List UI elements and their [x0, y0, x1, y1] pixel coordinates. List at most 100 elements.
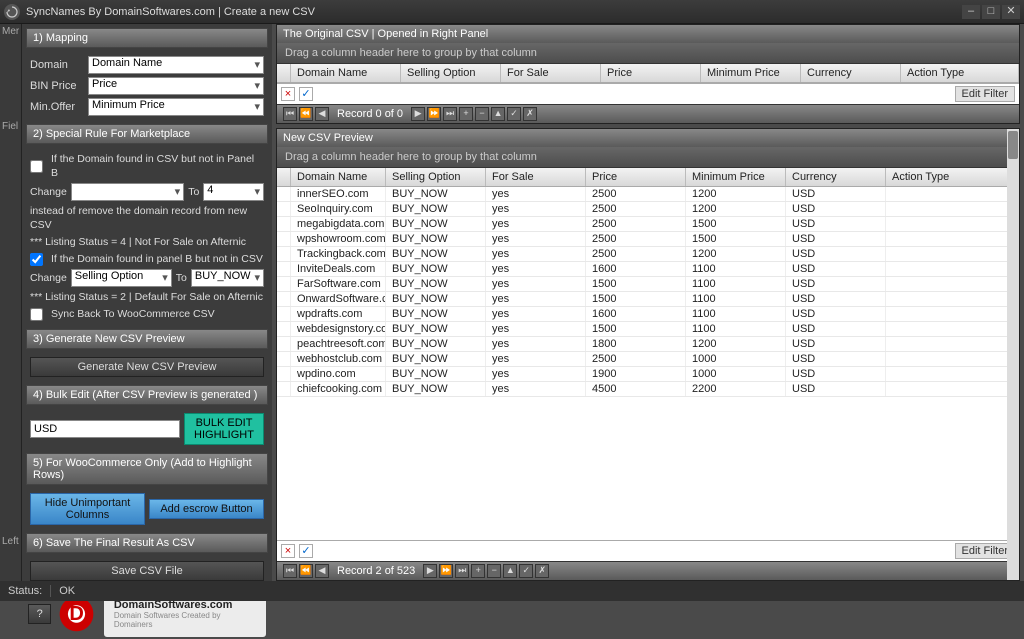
- col-action-type[interactable]: Action Type: [901, 64, 1019, 82]
- filter-checkbox[interactable]: ✓: [299, 544, 313, 558]
- special-rule-header: 2) Special Rule For Marketplace: [26, 124, 268, 144]
- to2-select[interactable]: BUY_NOW: [191, 269, 264, 287]
- change2-select[interactable]: Selling Option: [71, 269, 172, 287]
- col-currency[interactable]: Currency: [801, 64, 901, 82]
- original-grid-header: Domain Name Selling Option For Sale Pric…: [277, 64, 1019, 83]
- original-group-bar[interactable]: Drag a column header here to group by th…: [277, 43, 1019, 64]
- nav-edit-icon[interactable]: ▲: [503, 564, 517, 578]
- table-row[interactable]: Trackingback.comBUY_NOWyes25001200USD: [277, 247, 1019, 262]
- table-row[interactable]: webhostclub.comBUY_NOWyes25001000USD: [277, 352, 1019, 367]
- domain-select[interactable]: Domain Name: [88, 56, 264, 74]
- rule1-label: If the Domain found in CSV but not in Pa…: [51, 152, 264, 180]
- col-selling-option[interactable]: Selling Option: [401, 64, 501, 82]
- min-offer-select[interactable]: Minimum Price: [88, 98, 264, 116]
- change2-label: Change: [30, 271, 67, 285]
- minimize-button[interactable]: –: [962, 5, 980, 19]
- table-row[interactable]: peachtreesoft.comBUY_NOWyes18001200USD: [277, 337, 1019, 352]
- table-row[interactable]: webdesignstory.comBUY_NOWyes15001100USD: [277, 322, 1019, 337]
- nav-add-icon[interactable]: +: [471, 564, 485, 578]
- add-escrow-button[interactable]: Add escrow Button: [149, 499, 264, 519]
- new-grid-body: innerSEO.comBUY_NOWyes25001200USDSeoInqu…: [277, 187, 1019, 540]
- col-for-sale[interactable]: For Sale: [486, 168, 586, 186]
- status-bar: Status: OK: [0, 581, 1024, 601]
- record-label: Record 0 of 0: [331, 108, 409, 120]
- note1: instead of remove the domain record from…: [30, 204, 264, 232]
- nav-cancel-icon[interactable]: ✗: [535, 564, 549, 578]
- col-domain-name[interactable]: Domain Name: [291, 64, 401, 82]
- nav-commit-icon[interactable]: ✓: [519, 564, 533, 578]
- clear-filter-icon[interactable]: ×: [281, 544, 295, 558]
- status-label: Status:: [8, 585, 42, 597]
- maximize-button[interactable]: □: [982, 5, 1000, 19]
- table-row[interactable]: megabigdata.comBUY_NOWyes25001500USD: [277, 217, 1019, 232]
- nav-add-icon[interactable]: +: [459, 107, 473, 121]
- col-min-price[interactable]: Minimum Price: [686, 168, 786, 186]
- filter-checkbox[interactable]: ✓: [299, 87, 313, 101]
- new-group-bar[interactable]: Drag a column header here to group by th…: [277, 147, 1019, 168]
- col-min-price[interactable]: Minimum Price: [701, 64, 801, 82]
- vertical-scrollbar[interactable]: [1007, 129, 1019, 580]
- nav-remove-icon[interactable]: −: [475, 107, 489, 121]
- to2-label: To: [176, 271, 187, 285]
- hide-unimportant-columns-button[interactable]: Hide Unimportant Columns: [30, 493, 145, 525]
- nav-next-icon[interactable]: ▶: [411, 107, 425, 121]
- rule1-checkbox[interactable]: [30, 160, 43, 173]
- table-row[interactable]: FarSoftware.comBUY_NOWyes15001100USD: [277, 277, 1019, 292]
- window-title: SyncNames By DomainSoftwares.com | Creat…: [26, 6, 962, 18]
- table-row[interactable]: chiefcooking.comBUY_NOWyes45002200USD: [277, 382, 1019, 397]
- nav-last-icon[interactable]: ⏭: [455, 564, 469, 578]
- clear-filter-icon[interactable]: ×: [281, 87, 295, 101]
- nav-commit-icon[interactable]: ✓: [507, 107, 521, 121]
- generate-csv-preview-button[interactable]: Generate New CSV Preview: [30, 357, 264, 377]
- col-action-type[interactable]: Action Type: [886, 168, 1019, 186]
- table-row[interactable]: OnwardSoftware.comBUY_NOWyes15001100USD: [277, 292, 1019, 307]
- table-row[interactable]: innerSEO.comBUY_NOWyes25001200USD: [277, 187, 1019, 202]
- nav-nextpage-icon[interactable]: ⏩: [439, 564, 453, 578]
- col-for-sale[interactable]: For Sale: [501, 64, 601, 82]
- col-currency[interactable]: Currency: [786, 168, 886, 186]
- col-selling-option[interactable]: Selling Option: [386, 168, 486, 186]
- bulk-edit-highlight-button[interactable]: BULK EDIT HIGHLIGHT: [184, 413, 264, 445]
- nav-cancel-icon[interactable]: ✗: [523, 107, 537, 121]
- to1-select[interactable]: 4: [203, 183, 264, 201]
- table-row[interactable]: SeoInquiry.comBUY_NOWyes25001200USD: [277, 202, 1019, 217]
- original-record-nav: ⏮ ⏪ ◀ Record 0 of 0 ▶ ⏩ ⏭ + − ▲ ✓ ✗: [277, 104, 1019, 123]
- right-area: The Original CSV | Opened in Right Panel…: [276, 24, 1020, 581]
- nav-prev-icon[interactable]: ◀: [315, 564, 329, 578]
- change1-select[interactable]: [71, 183, 184, 201]
- nav-prevpage-icon[interactable]: ⏪: [299, 107, 313, 121]
- nav-edit-icon[interactable]: ▲: [491, 107, 505, 121]
- note3: *** Listing Status = 2 | Default For Sal…: [30, 290, 264, 304]
- bin-price-select[interactable]: Price: [88, 77, 264, 95]
- table-row[interactable]: wpshowroom.comBUY_NOWyes25001500USD: [277, 232, 1019, 247]
- table-row[interactable]: wpdrafts.comBUY_NOWyes16001100USD: [277, 307, 1019, 322]
- nav-first-icon[interactable]: ⏮: [283, 564, 297, 578]
- col-domain-name[interactable]: Domain Name: [291, 168, 386, 186]
- sync-woo-checkbox[interactable]: [30, 308, 43, 321]
- nav-next-icon[interactable]: ▶: [423, 564, 437, 578]
- rule2-checkbox[interactable]: [30, 253, 43, 266]
- nav-last-icon[interactable]: ⏭: [443, 107, 457, 121]
- table-row[interactable]: InviteDeals.comBUY_NOWyes16001100USD: [277, 262, 1019, 277]
- title-bar: SyncNames By DomainSoftwares.com | Creat…: [0, 0, 1024, 24]
- nav-first-icon[interactable]: ⏮: [283, 107, 297, 121]
- table-row[interactable]: wpdino.comBUY_NOWyes19001000USD: [277, 367, 1019, 382]
- nav-remove-icon[interactable]: −: [487, 564, 501, 578]
- edit-filter-button[interactable]: Edit Filter: [955, 543, 1015, 559]
- bin-price-label: BIN Price: [30, 80, 84, 92]
- to1-label: To: [188, 185, 199, 199]
- bulk-edit-input[interactable]: [30, 420, 180, 438]
- col-price[interactable]: Price: [586, 168, 686, 186]
- save-csv-file-button[interactable]: Save CSV File: [30, 561, 264, 581]
- woo-header: 5) For WooCommerce Only (Add to Highligh…: [26, 453, 268, 485]
- new-csv-preview-panel: New CSV Preview Drag a column header her…: [276, 128, 1020, 581]
- nav-nextpage-icon[interactable]: ⏩: [427, 107, 441, 121]
- nav-prevpage-icon[interactable]: ⏪: [299, 564, 313, 578]
- close-button[interactable]: ✕: [1002, 5, 1020, 19]
- col-price[interactable]: Price: [601, 64, 701, 82]
- edit-filter-button[interactable]: Edit Filter: [955, 86, 1015, 102]
- help-button[interactable]: ?: [28, 604, 51, 624]
- mapping-header: 1) Mapping: [26, 28, 268, 48]
- nav-prev-icon[interactable]: ◀: [315, 107, 329, 121]
- save-header: 6) Save The Final Result As CSV: [26, 533, 268, 553]
